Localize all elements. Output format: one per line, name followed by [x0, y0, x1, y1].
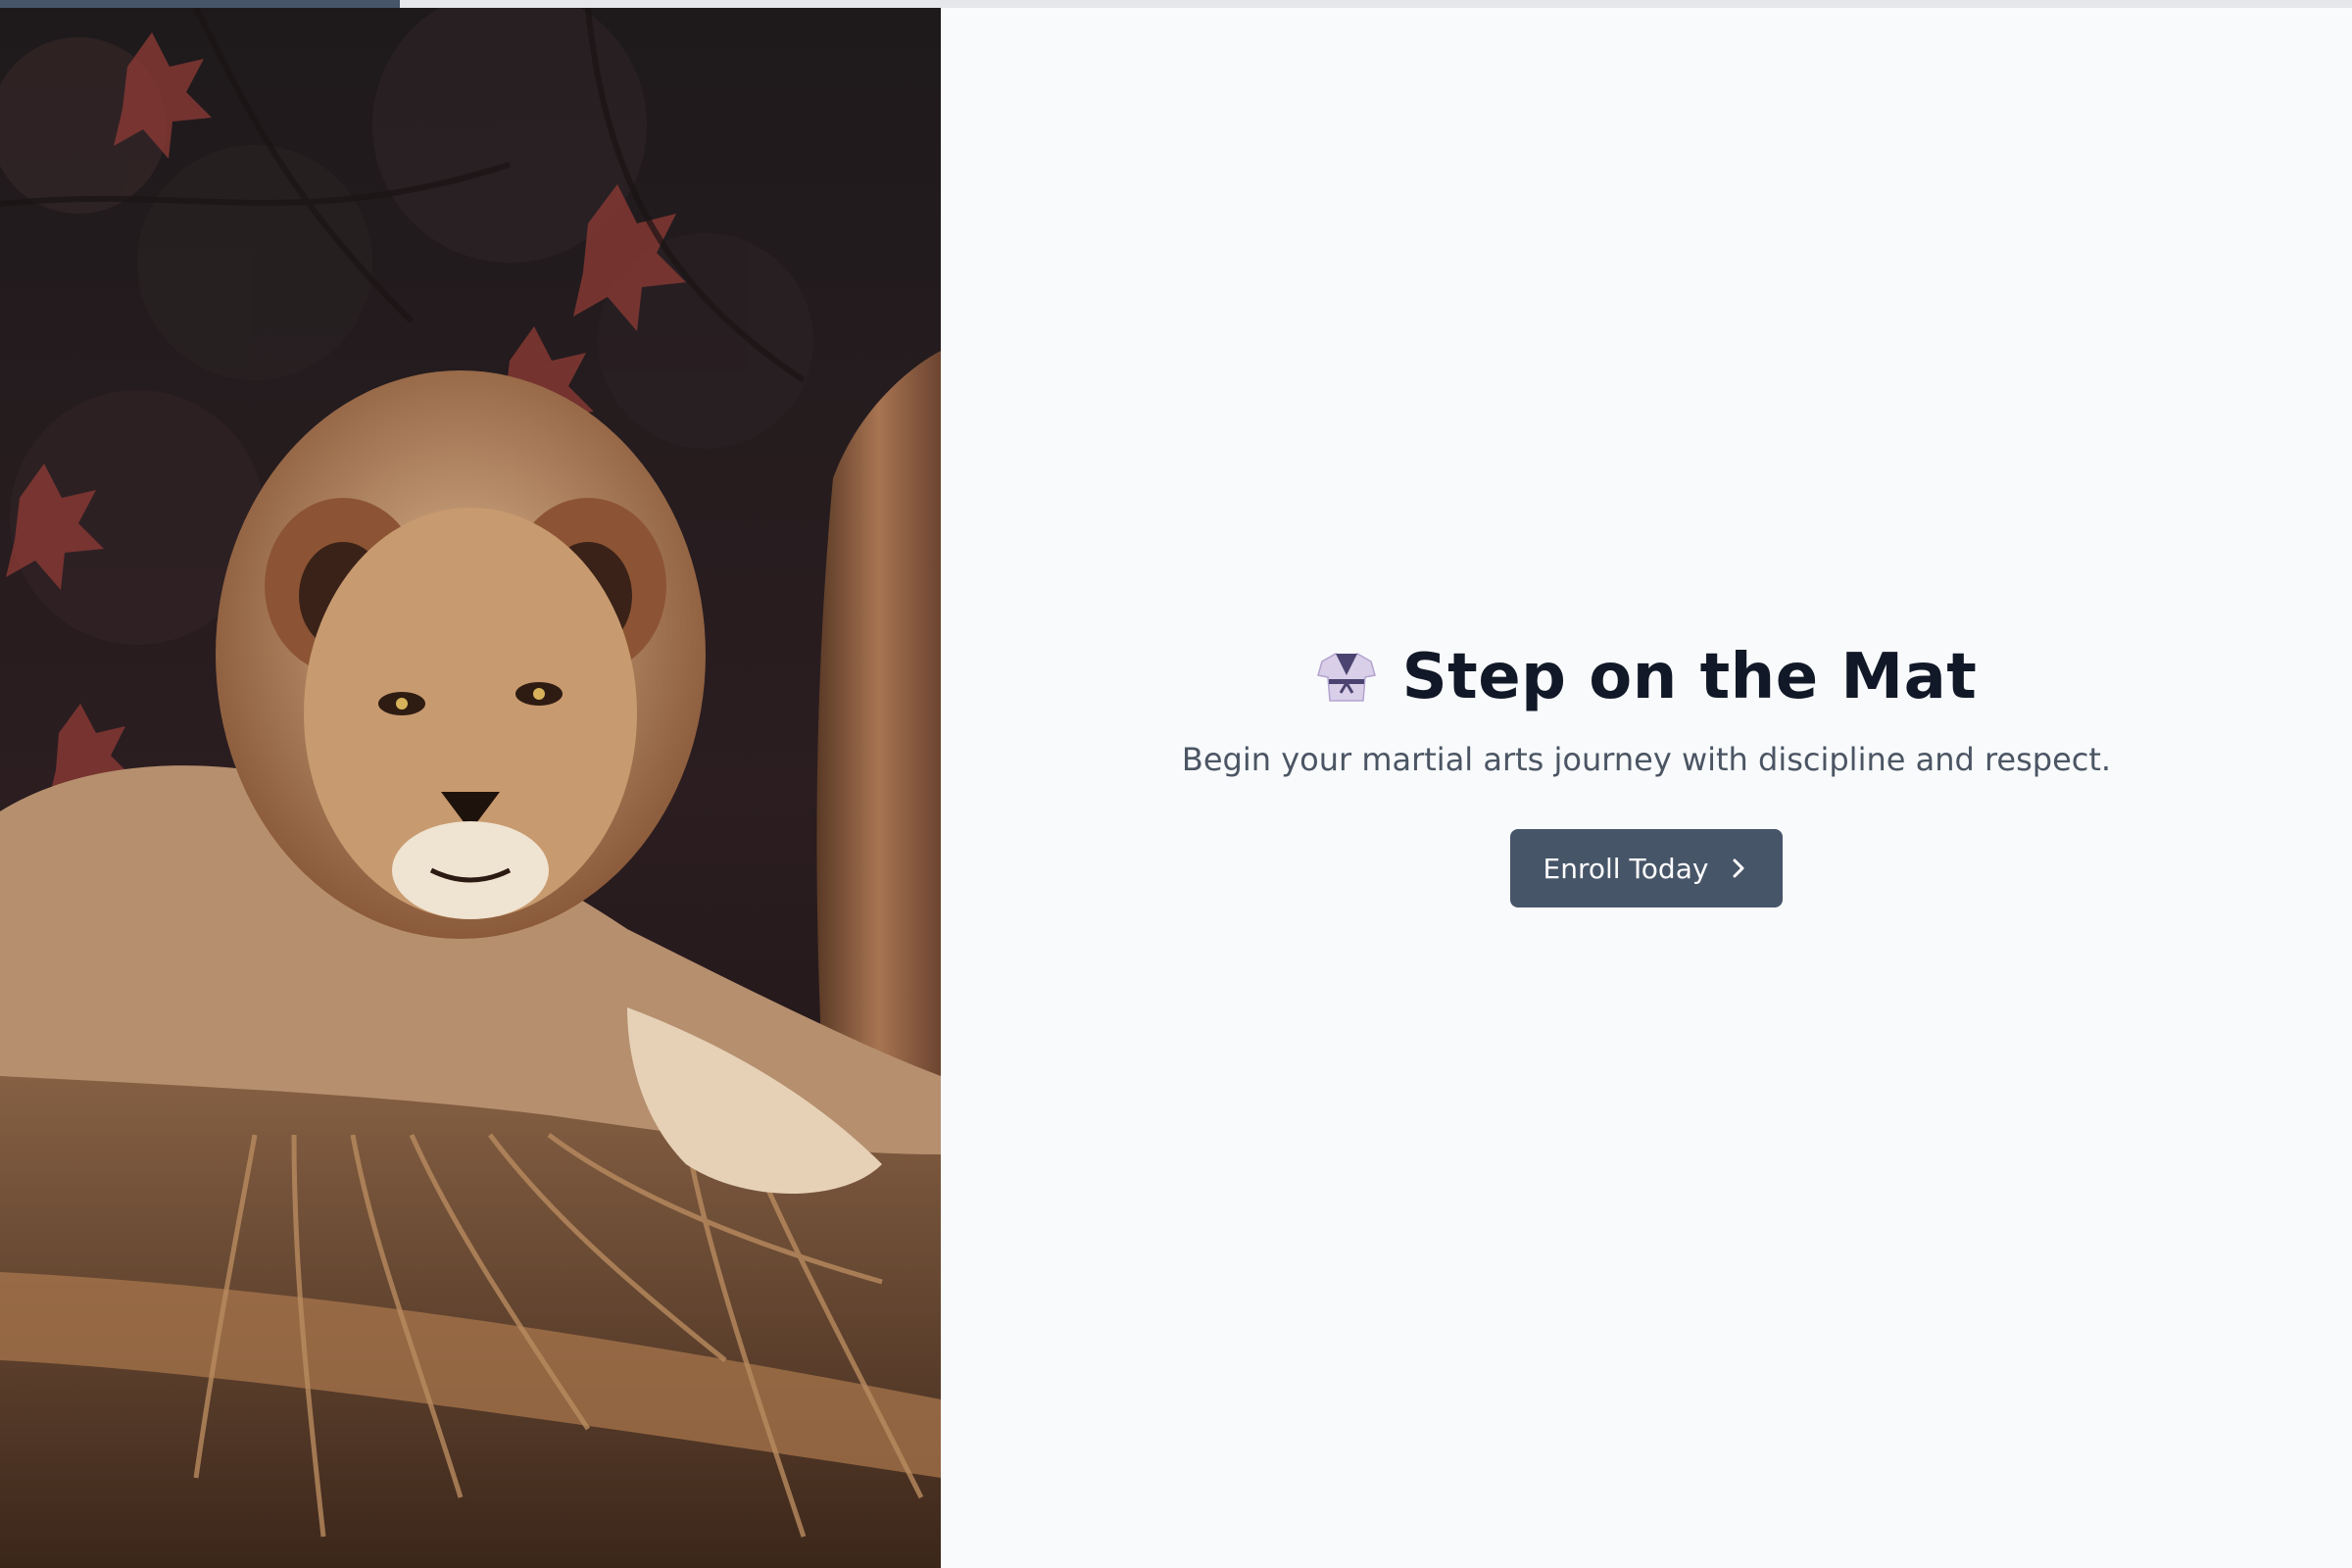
progress-fill: [0, 0, 400, 8]
page-title: Step on the Mat: [1401, 641, 1978, 713]
martial-arts-uniform-icon: [1316, 653, 1376, 702]
enroll-button[interactable]: Enroll Today: [1509, 829, 1784, 907]
hero: Step on the Mat Begin your martial arts …: [1182, 641, 2111, 907]
split-layout: Step on the Mat Begin your martial arts …: [0, 8, 2352, 1568]
page-subtitle: Begin your martial arts journey with dis…: [1181, 741, 2112, 778]
enroll-button-label: Enroll Today: [1543, 852, 1709, 885]
hero-panel: Step on the Mat Begin your martial arts …: [941, 8, 2352, 1568]
title-row: Step on the Mat: [1316, 641, 1978, 713]
progress-bar: [0, 0, 2352, 8]
lion-photo: [0, 8, 941, 1568]
chevron-right-icon: [1733, 858, 1744, 878]
